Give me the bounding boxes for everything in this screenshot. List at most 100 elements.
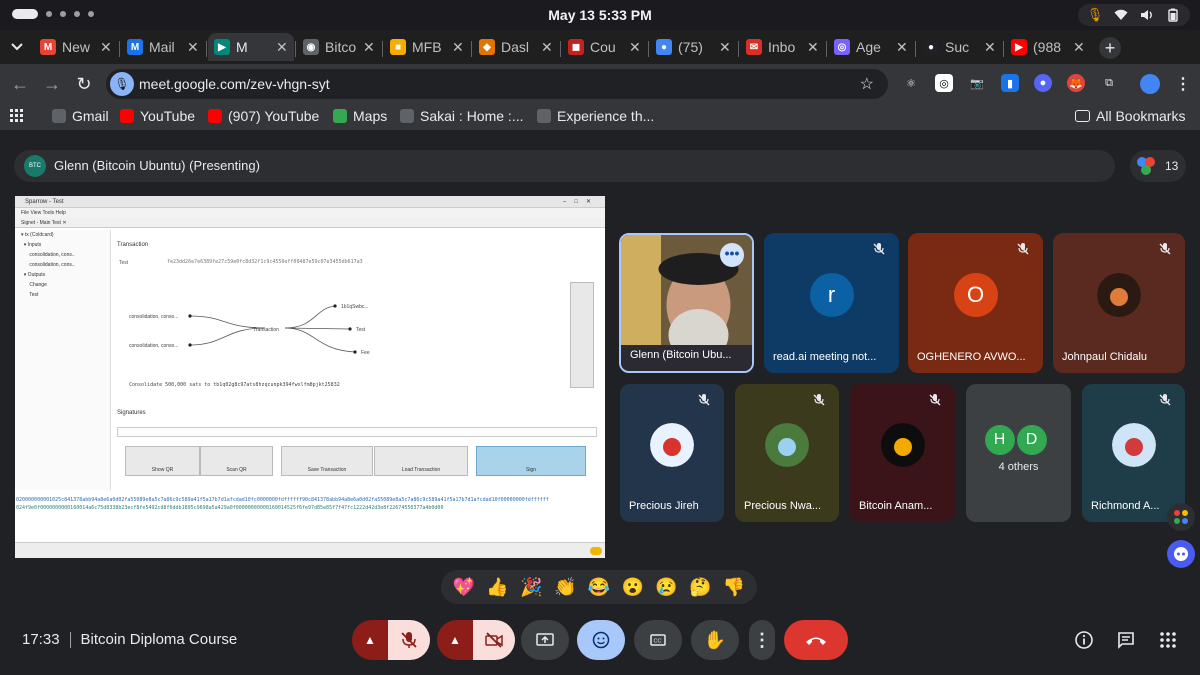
os-status-bar: May 13 5:33 PM 🎙 xyxy=(0,0,1200,30)
browser-tab[interactable]: ◆ Dasl ✕ xyxy=(473,33,559,61)
tab-close-icon[interactable]: ✕ xyxy=(541,39,553,56)
meeting-details[interactable]: 17:33 Bitcoin Diploma Course xyxy=(22,631,237,648)
emoji-reactions-button[interactable] xyxy=(577,620,625,660)
raise-hand-button[interactable]: ✋ xyxy=(691,620,739,660)
bookmark-item[interactable]: Sakai : Home :... xyxy=(400,108,523,124)
bookmark-item[interactable]: Experience th... xyxy=(537,108,654,124)
participant-tile[interactable]: r read.ai meeting not... xyxy=(764,233,899,373)
browser-tab[interactable]: ✉ Inbo ✕ xyxy=(740,33,825,61)
reaction-emoji-button[interactable]: 💖 xyxy=(452,575,476,599)
reaction-emoji-button[interactable]: 🤔 xyxy=(688,575,712,599)
reaction-emoji-button[interactable]: 🎉 xyxy=(519,575,543,599)
reaction-emoji-button[interactable]: 😢 xyxy=(654,575,678,599)
bookmark-item[interactable]: Gmail xyxy=(52,108,109,124)
bookmarks-bar: Gmail YouTube (907) YouTube Maps Sakai : Hom… xyxy=(0,104,1200,130)
presenter-banner[interactable]: BTC Glenn (Bitcoin Ubuntu) (Presenting) xyxy=(14,150,1115,182)
all-bookmarks-folder[interactable]: All Bookmarks xyxy=(1075,108,1185,124)
browser-menu-icon[interactable]: ⋮ xyxy=(1175,74,1191,94)
participant-tile[interactable]: Precious Jireh xyxy=(620,384,724,522)
assistant-bot-icon[interactable] xyxy=(1167,540,1195,568)
browser-tab[interactable]: ● Suc ✕ xyxy=(917,33,1002,61)
tx-heading: Transaction xyxy=(117,242,149,248)
participant-tile[interactable]: Richmond A... xyxy=(1082,384,1185,522)
tab-close-icon[interactable]: ✕ xyxy=(896,39,908,56)
extension-camera-icon[interactable]: 📷 xyxy=(968,74,986,92)
tab-close-icon[interactable]: ✕ xyxy=(100,39,112,56)
chat-icon[interactable] xyxy=(1115,629,1137,651)
muted-mic-icon xyxy=(924,392,946,414)
reaction-emoji-button[interactable]: 😂 xyxy=(587,575,611,599)
bookmark-item[interactable]: Maps xyxy=(333,108,387,124)
apps-grid-icon[interactable] xyxy=(10,109,24,123)
participant-tile[interactable]: ••• Glenn (Bitcoin Ubu... xyxy=(619,233,754,373)
browser-tab[interactable]: ◼ Cou ✕ xyxy=(562,33,647,61)
participant-tile[interactable]: Precious Nwa... xyxy=(735,384,839,522)
browser-tab[interactable]: M Mail ✕ xyxy=(121,33,205,61)
reaction-emoji-button[interactable]: 👏 xyxy=(553,575,577,599)
tab-close-icon[interactable]: ✕ xyxy=(984,39,996,56)
browser-tab[interactable]: ■ MFB ✕ xyxy=(384,33,470,61)
tab-close-icon[interactable]: ✕ xyxy=(1073,39,1085,56)
participant-more-icon[interactable]: ••• xyxy=(720,243,744,267)
leave-call-button[interactable] xyxy=(784,620,848,660)
extensions-puzzle-icon[interactable]: ⧉ xyxy=(1100,74,1118,92)
reaction-emoji-button[interactable]: 👎 xyxy=(722,575,746,599)
present-button[interactable] xyxy=(521,620,569,660)
tab-close-icon[interactable]: ✕ xyxy=(276,39,288,56)
bookmark-item[interactable]: YouTube xyxy=(120,108,195,124)
browser-tab[interactable]: ▶ (988 ✕ xyxy=(1005,33,1091,61)
bookmark-item[interactable]: (907) YouTube xyxy=(208,108,319,124)
tab-search-chevron-icon[interactable] xyxy=(6,36,28,58)
site-mic-indicator-icon[interactable]: 🎙 xyxy=(110,72,134,96)
microphone-icon: 🎙 xyxy=(1086,7,1104,22)
reload-icon[interactable]: ↻ xyxy=(74,74,94,94)
camera-off-button[interactable] xyxy=(473,620,515,660)
activities-grid-icon[interactable] xyxy=(1157,629,1179,651)
tab-close-icon[interactable]: ✕ xyxy=(363,39,375,56)
camera-off-icon xyxy=(485,632,503,648)
tab-close-icon[interactable]: ✕ xyxy=(807,39,819,56)
browser-tab[interactable]: ● (75) ✕ xyxy=(650,33,737,61)
participant-tile[interactable]: Bitcoin Anam... xyxy=(850,384,955,522)
captions-button[interactable]: CC xyxy=(634,620,682,660)
tab-title: Age xyxy=(856,39,881,55)
meeting-info-icon[interactable] xyxy=(1073,629,1095,651)
extension-bot-icon[interactable]: ● xyxy=(1034,74,1052,92)
bookmark-star-icon[interactable]: ☆ xyxy=(860,74,874,94)
extension-metamask-icon[interactable]: 🦊 xyxy=(1067,74,1085,92)
reaction-emoji-button[interactable]: 😮 xyxy=(621,575,645,599)
bookmark-label: YouTube xyxy=(140,108,196,124)
browser-tab[interactable]: M New ✕ xyxy=(34,33,118,61)
participant-tile[interactable]: Johnpaul Chidalu xyxy=(1053,233,1185,373)
mic-options-chevron-icon[interactable]: ▲ xyxy=(352,620,388,660)
browser-tab[interactable]: ◉ Bitco ✕ xyxy=(297,33,381,61)
participant-tile[interactable]: HD 4 others xyxy=(966,384,1071,522)
shared-window-title: Sparrow - Test –□✕ xyxy=(15,196,605,208)
extension-react-icon[interactable]: ⚛ xyxy=(902,74,920,92)
tab-close-icon[interactable]: ✕ xyxy=(187,39,199,56)
more-options-button[interactable]: ⋮ xyxy=(749,620,775,660)
address-bar[interactable]: 🎙 meet.google.com/zev-vhgn-syt ☆ xyxy=(106,69,888,99)
extension-docs-icon[interactable]: ▮ xyxy=(1001,74,1019,92)
reaction-emoji-button[interactable]: 👍 xyxy=(486,575,510,599)
activities-icon[interactable] xyxy=(1167,503,1195,531)
mic-off-button[interactable] xyxy=(388,620,430,660)
browser-tab[interactable]: ◎ Age ✕ xyxy=(828,33,914,61)
camera-options-chevron-icon[interactable]: ▲ xyxy=(437,620,473,660)
people-button[interactable]: 13 xyxy=(1130,150,1186,182)
forward-arrow-icon[interactable]: → xyxy=(42,74,62,94)
participant-tile[interactable]: O OGHENERO AVWO... xyxy=(908,233,1043,373)
shared-sidebar-item: ▾ Inputs xyxy=(21,242,42,248)
back-arrow-icon[interactable]: ← xyxy=(10,74,30,94)
extension-chatgpt-icon[interactable]: ◎ xyxy=(935,74,953,92)
tab-close-icon[interactable]: ✕ xyxy=(719,39,731,56)
new-tab-button[interactable]: + xyxy=(1099,37,1121,59)
participant-avatar: O xyxy=(953,273,998,317)
system-tray[interactable]: 🎙 xyxy=(1078,4,1190,26)
profile-avatar[interactable] xyxy=(1140,74,1160,94)
tab-close-icon[interactable]: ✕ xyxy=(629,39,641,56)
address-url[interactable]: meet.google.com/zev-vhgn-syt xyxy=(139,76,330,92)
browser-tab[interactable]: ▶ M ✕ xyxy=(208,33,294,61)
shared-action-button: Scan QR xyxy=(200,446,273,476)
tab-close-icon[interactable]: ✕ xyxy=(452,39,464,56)
